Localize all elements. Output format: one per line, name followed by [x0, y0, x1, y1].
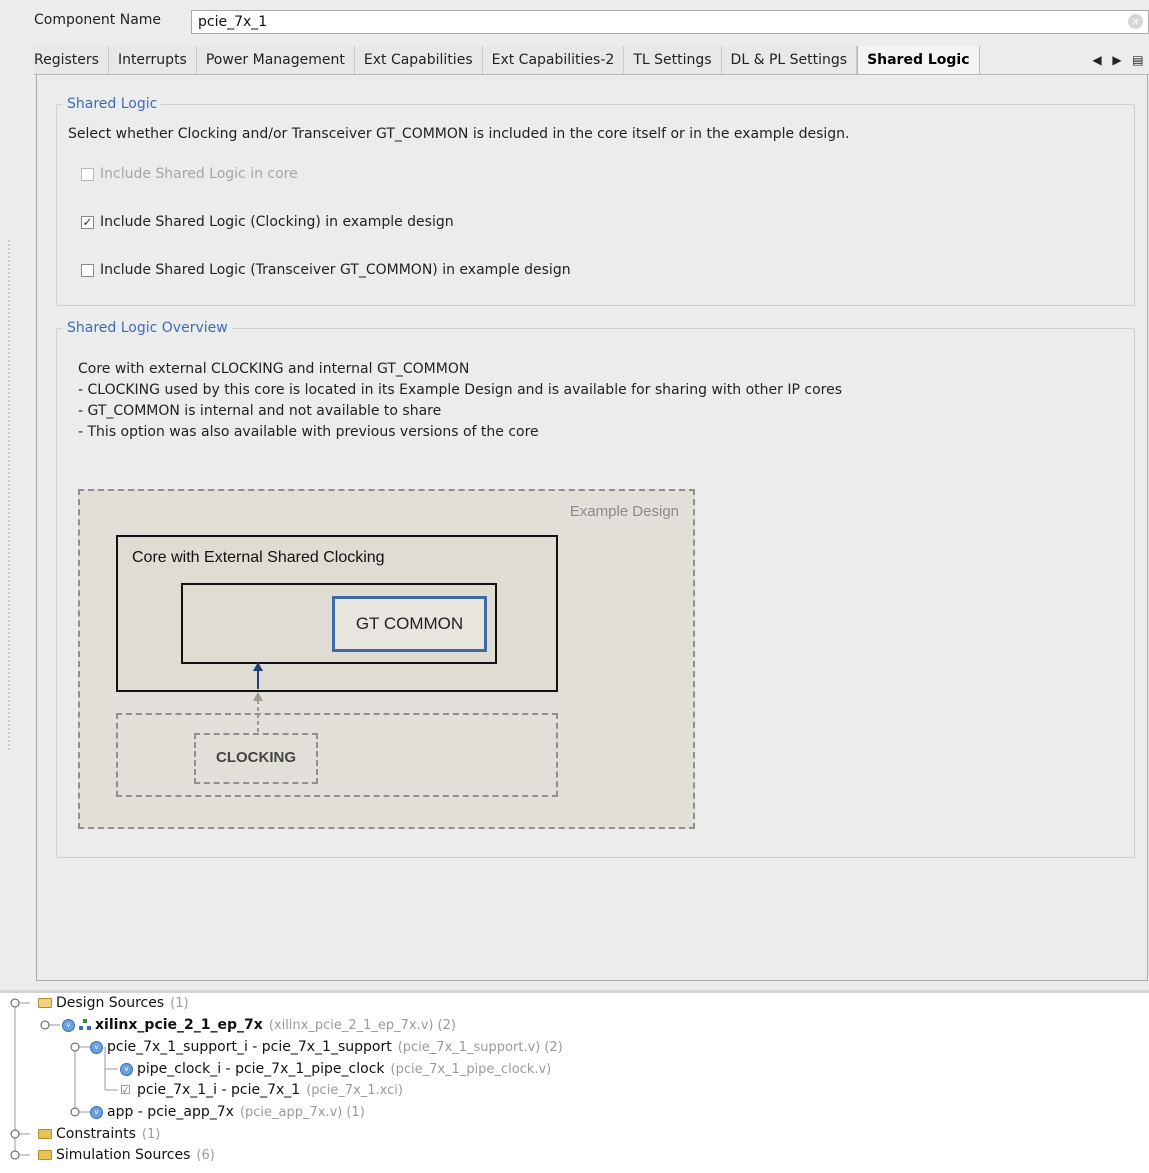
option-label: Include Shared Logic in core — [100, 166, 298, 182]
shared-logic-diagram: Example Design Core with External Shared… — [78, 489, 698, 834]
tab-power-management[interactable]: Power Management — [196, 46, 355, 74]
verilog-file-icon: v — [90, 1040, 103, 1054]
shared-logic-description: Select whether Clocking and/or Transceiv… — [68, 126, 850, 142]
tree-item-file: (pcie_app_7x.v) — [239, 1104, 343, 1120]
include-shared-logic-in-core-option[interactable]: Include Shared Logic in core — [81, 166, 298, 182]
overview-line: - GT_COMMON is internal and not availabl… — [78, 403, 442, 419]
checkbox-unchecked[interactable] — [81, 167, 94, 181]
folder-icon — [38, 1150, 52, 1160]
tree-item-simulation-sources[interactable]: Simulation Sources (6) — [38, 1145, 215, 1165]
hierarchy-icon — [79, 1019, 91, 1031]
tab-ext-capabilities[interactable]: Ext Capabilities — [354, 46, 483, 74]
component-name-row: Component Name × — [34, 10, 1149, 34]
clock-arrowhead — [253, 662, 263, 671]
sources-tree: Design Sources (1) v xilinx_pcie_2_1_ep_… — [0, 993, 1149, 1173]
tab-next-icon[interactable]: ▶ — [1112, 53, 1121, 67]
option-label: Include Shared Logic (Clocking) in examp… — [100, 214, 454, 230]
include-clocking-in-example-option[interactable]: ✓ Include Shared Logic (Clocking) in exa… — [81, 214, 454, 230]
tree-item-label: Simulation Sources — [56, 1147, 191, 1163]
verilog-file-icon: v — [120, 1062, 133, 1076]
shared-logic-title: Shared Logic — [63, 95, 162, 113]
tree-item-file: (pcie_7x_1_pipe_clock.v) — [390, 1061, 552, 1077]
tab-interrupts[interactable]: Interrupts — [108, 46, 197, 74]
clear-icon[interactable]: × — [1128, 14, 1143, 29]
tab-tl-settings[interactable]: TL Settings — [624, 46, 722, 74]
ip-customization-panel: Component Name × Registers Interrupts Po… — [0, 0, 1149, 990]
include-gt-common-in-example-option[interactable]: Include Shared Logic (Transceiver GT_COM… — [81, 262, 571, 278]
tab-prev-icon[interactable]: ◀ — [1092, 53, 1101, 67]
tree-item-label: app - pcie_app_7x — [107, 1104, 234, 1120]
component-name-input[interactable] — [191, 10, 1149, 34]
folder-icon — [38, 998, 52, 1008]
tab-ext-capabilities-2[interactable]: Ext Capabilities-2 — [482, 46, 625, 74]
shared-logic-tab-panel: Shared Logic Select whether Clocking and… — [36, 75, 1148, 981]
overview-line: - CLOCKING used by this core is located … — [78, 382, 842, 398]
option-label: Include Shared Logic (Transceiver GT_COM… — [100, 262, 571, 278]
tree-item-label: pcie_7x_1_i - pcie_7x_1 — [137, 1082, 301, 1098]
tree-item-support[interactable]: v pcie_7x_1_support_i - pcie_7x_1_suppor… — [90, 1037, 563, 1057]
tree-item-label: pipe_clock_i - pcie_7x_1_pipe_clock — [137, 1061, 385, 1077]
ip-core-icon: ☑ — [120, 1082, 131, 1097]
tree-item-app[interactable]: v app - pcie_app_7x (pcie_app_7x.v) (1) — [90, 1102, 365, 1122]
checkbox-checked[interactable]: ✓ — [81, 215, 94, 229]
tree-item-file: (pcie_7x_1.xci) — [306, 1082, 403, 1098]
shared-logic-group: Shared Logic Select whether Clocking and… — [56, 95, 1135, 306]
tab-list-icon[interactable]: ▤ — [1132, 53, 1143, 67]
tree-item-constraints[interactable]: Constraints (1) — [38, 1124, 160, 1144]
tree-item-count: (1) — [141, 1126, 161, 1142]
tree-item-label: Design Sources — [56, 995, 165, 1011]
tab-navigation: ◀ ▶ ▤ — [1087, 46, 1149, 74]
overview-text: Core with external CLOCKING and internal… — [78, 359, 842, 443]
verilog-file-icon: v — [90, 1105, 103, 1119]
overview-title: Shared Logic Overview — [63, 319, 232, 337]
tab-shared-logic[interactable]: Shared Logic — [857, 46, 980, 74]
tree-item-top-module[interactable]: v xilinx_pcie_2_1_ep_7x (xilinx_pcie_2_1… — [62, 1015, 456, 1035]
overview-line: - This option was also available with pr… — [78, 424, 539, 440]
tree-item-design-sources[interactable]: Design Sources (1) — [38, 993, 189, 1013]
tree-item-pcie-core[interactable]: ☑ pcie_7x_1_i - pcie_7x_1 (pcie_7x_1.xci… — [120, 1080, 403, 1100]
folder-icon — [38, 1129, 52, 1139]
resize-handle[interactable] — [8, 240, 14, 750]
verilog-file-icon: v — [62, 1018, 75, 1032]
tree-item-count: (1) — [170, 995, 189, 1011]
component-name-label: Component Name — [34, 12, 162, 28]
tree-item-count: (6) — [196, 1147, 215, 1163]
clock-link-arrowhead — [253, 692, 263, 701]
tree-item-file: (xilinx_pcie_2_1_ep_7x.v) — [268, 1017, 434, 1033]
tree-item-count: (2) — [544, 1039, 563, 1055]
tree-item-count: (2) — [437, 1017, 456, 1033]
clock-arrow — [253, 662, 263, 732]
tree-item-file: (pcie_7x_1_support.v) — [397, 1039, 541, 1055]
tab-bar: Registers Interrupts Power Management Ex… — [34, 46, 1149, 75]
tree-item-count: (1) — [346, 1104, 365, 1120]
tree-item-pipe-clock[interactable]: v pipe_clock_i - pcie_7x_1_pipe_clock (p… — [120, 1059, 551, 1079]
overview-line: Core with external CLOCKING and internal… — [78, 361, 470, 377]
tab-dl-pl-settings[interactable]: DL & PL Settings — [721, 46, 858, 74]
tree-item-label: pcie_7x_1_support_i - pcie_7x_1_support — [107, 1039, 392, 1055]
shared-logic-overview-group: Shared Logic Overview Core with external… — [56, 319, 1135, 858]
tree-item-label: xilinx_pcie_2_1_ep_7x — [95, 1017, 263, 1033]
tab-registers[interactable]: Registers — [34, 46, 109, 74]
checkbox-unchecked[interactable] — [81, 263, 94, 277]
tree-item-label: Constraints — [56, 1126, 136, 1142]
